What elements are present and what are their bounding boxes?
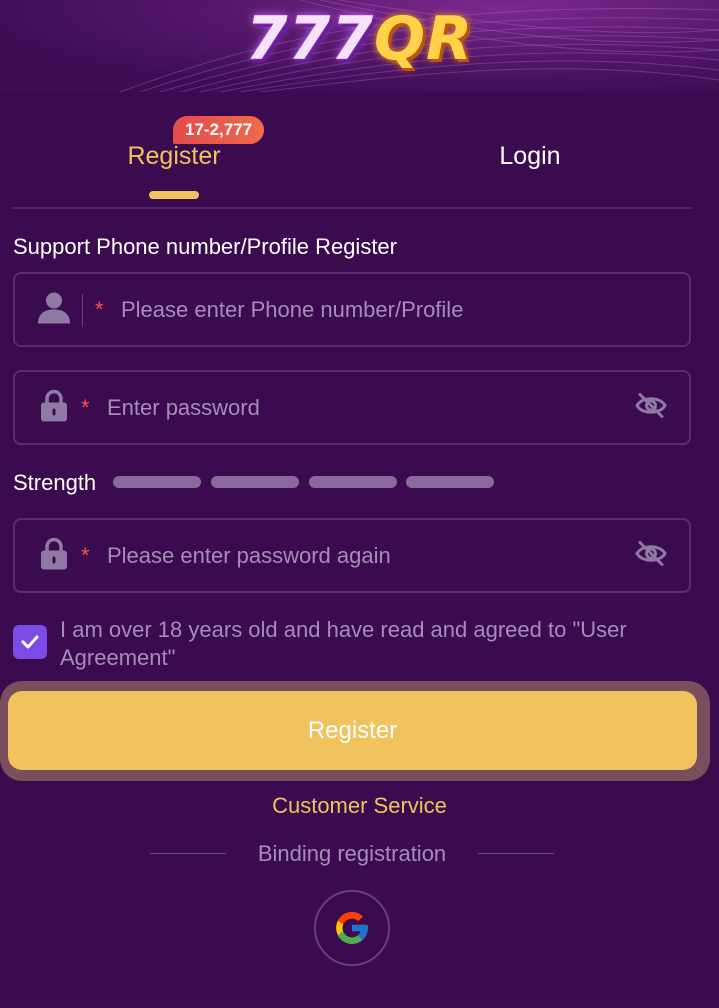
register-button[interactable]: Register xyxy=(8,691,697,770)
customer-service-link[interactable]: Customer Service xyxy=(0,792,719,820)
password-input[interactable] xyxy=(107,372,617,443)
user-icon xyxy=(37,290,71,329)
required-mark: * xyxy=(81,542,90,568)
confirm-password-field[interactable]: * xyxy=(13,518,691,593)
required-mark: * xyxy=(95,296,104,322)
phone-input[interactable] xyxy=(121,274,681,345)
register-page: 777QR Register Login 17-2,777 Support Ph… xyxy=(0,0,719,1008)
eye-off-icon[interactable] xyxy=(635,540,667,571)
promo-badge: 17-2,777 xyxy=(173,116,265,144)
agreement-checkbox[interactable] xyxy=(13,625,47,659)
tab-login[interactable]: Login xyxy=(470,140,590,172)
lock-icon xyxy=(41,389,67,426)
required-mark: * xyxy=(81,394,90,420)
header-banner: 777QR xyxy=(0,0,719,92)
strength-bar xyxy=(211,476,299,488)
check-icon xyxy=(21,635,39,649)
lock-icon xyxy=(41,537,67,574)
strength-bar xyxy=(309,476,397,488)
google-login-button[interactable] xyxy=(314,890,390,966)
active-tab-indicator xyxy=(149,191,199,199)
eye-off-icon[interactable] xyxy=(635,392,667,423)
password-field[interactable]: * xyxy=(13,370,691,445)
strength-bar xyxy=(406,476,494,488)
strength-bar xyxy=(113,476,201,488)
register-method-label: Support Phone number/Profile Register xyxy=(13,234,397,259)
app-logo: 777QR xyxy=(245,4,474,74)
phone-field[interactable]: * xyxy=(13,272,691,347)
tab-register[interactable]: Register xyxy=(110,140,238,172)
strength-label: Strength xyxy=(13,470,97,495)
tabs-divider xyxy=(13,207,691,209)
binding-registration-label: Binding registration xyxy=(257,841,447,866)
agreement-text[interactable]: I am over 18 years old and have read and… xyxy=(60,616,700,672)
google-icon xyxy=(336,912,368,944)
confirm-password-input[interactable] xyxy=(107,520,617,591)
field-separator xyxy=(82,294,83,327)
